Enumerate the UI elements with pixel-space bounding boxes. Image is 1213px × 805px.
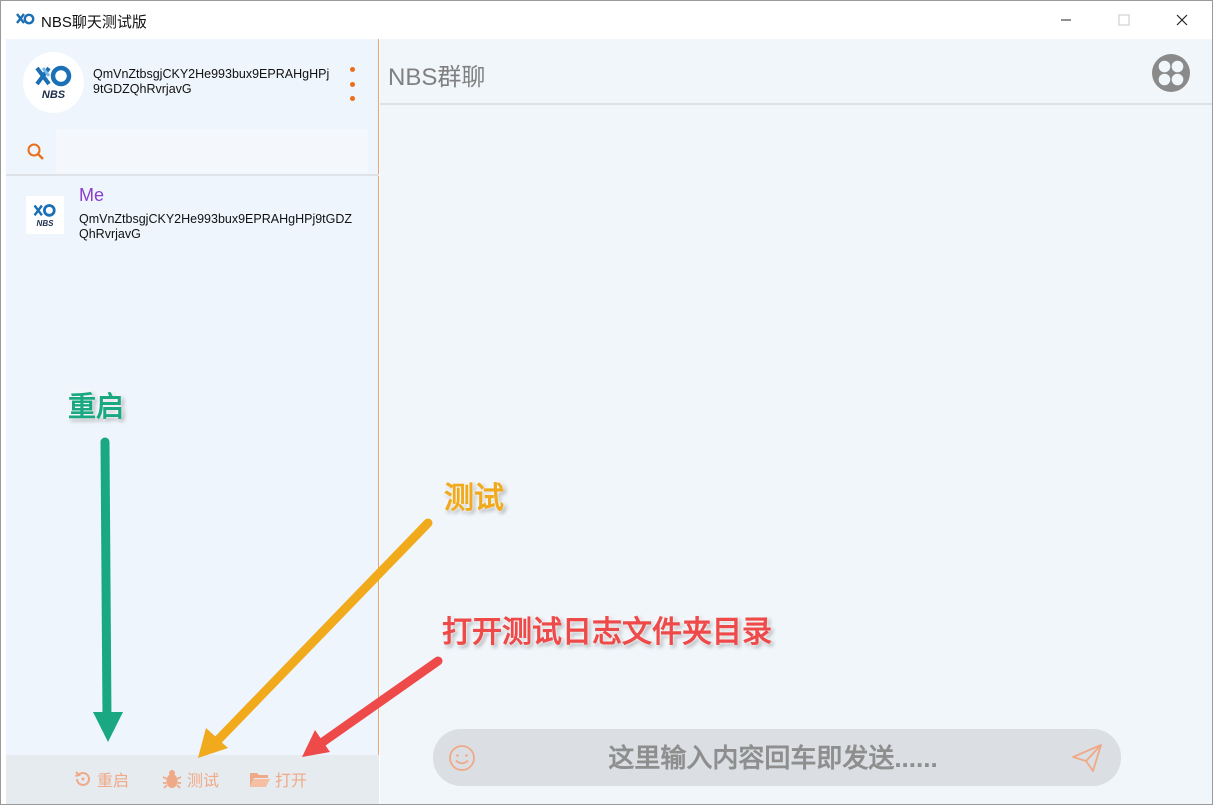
folder-open-icon bbox=[250, 773, 270, 787]
contact-name: Me bbox=[79, 185, 105, 205]
group-menu-icon[interactable] bbox=[1150, 52, 1192, 94]
search-icon bbox=[27, 143, 44, 160]
annotation-open-label: 打开测试日志文件夹目录 bbox=[442, 615, 772, 650]
maximize-button[interactable] bbox=[1095, 1, 1153, 39]
contact-avatar: NBS bbox=[26, 196, 64, 234]
close-icon bbox=[1176, 14, 1188, 26]
close-button[interactable] bbox=[1153, 1, 1211, 39]
restart-label: 重启 bbox=[97, 773, 130, 790]
chat-title: NBS群聊 bbox=[388, 64, 486, 91]
emoji-icon[interactable] bbox=[445, 741, 479, 775]
send-icon[interactable] bbox=[1069, 741, 1105, 775]
kebab-dot bbox=[349, 67, 355, 72]
nbs-logo-icon bbox=[33, 203, 56, 217]
bottom-toolbar: 重启 测试 打开 bbox=[6, 755, 379, 804]
divider bbox=[6, 174, 379, 176]
maximize-icon bbox=[1118, 14, 1130, 26]
app-window: NBS聊天测试版 NBS QmVnZtbsgjCKY2He993bux9EPRA… bbox=[0, 0, 1213, 805]
message-input[interactable] bbox=[493, 735, 1053, 781]
contact-logo-text: NBS bbox=[36, 218, 54, 228]
restart-button[interactable]: 重启 bbox=[73, 767, 129, 791]
bug-icon bbox=[162, 770, 182, 789]
open-label: 打开 bbox=[275, 773, 308, 790]
more-menu-button[interactable] bbox=[348, 67, 356, 101]
annotation-restart-label: 重启 bbox=[68, 390, 125, 423]
chat-header: NBS群聊 bbox=[380, 39, 1212, 105]
test-button[interactable]: 测试 bbox=[161, 767, 219, 791]
restart-icon bbox=[75, 771, 90, 786]
open-folder-button[interactable]: 打开 bbox=[249, 767, 307, 791]
minimize-icon bbox=[1061, 19, 1071, 21]
search-bar bbox=[6, 129, 379, 173]
contact-list-item[interactable]: NBS Me QmVnZtbsgjCKY2He993bux9EPRAHgHPj9… bbox=[6, 179, 379, 249]
minimize-button[interactable] bbox=[1037, 1, 1095, 39]
kebab-dot bbox=[349, 96, 355, 101]
kebab-dot bbox=[349, 81, 355, 87]
message-composer bbox=[433, 729, 1121, 786]
title-bar: NBS聊天测试版 bbox=[1, 1, 1212, 39]
nbs-logo-icon bbox=[34, 65, 71, 87]
window-title: NBS聊天测试版 bbox=[41, 14, 147, 31]
profile-header: NBS QmVnZtbsgjCKY2He993bux9EPRAHgHPj9tGD… bbox=[6, 39, 379, 127]
nbs-logo-icon bbox=[16, 13, 35, 25]
chat-panel: NBS群聊 bbox=[380, 39, 1212, 804]
avatar[interactable]: NBS bbox=[23, 52, 84, 113]
contact-peer-id: QmVnZtbsgjCKY2He993bux9EPRAHgHPj9tGDZQhR… bbox=[79, 212, 353, 241]
avatar-logo-text: NBS bbox=[41, 89, 66, 101]
test-label: 测试 bbox=[187, 773, 220, 790]
sidebar: NBS QmVnZtbsgjCKY2He993bux9EPRAHgHPj9tGD… bbox=[6, 39, 379, 804]
profile-peer-id: QmVnZtbsgjCKY2He993bux9EPRAHgHPj9tGDZQhR… bbox=[93, 67, 330, 96]
search-input[interactable] bbox=[56, 129, 368, 173]
annotation-test-label: 测试 bbox=[444, 481, 504, 516]
